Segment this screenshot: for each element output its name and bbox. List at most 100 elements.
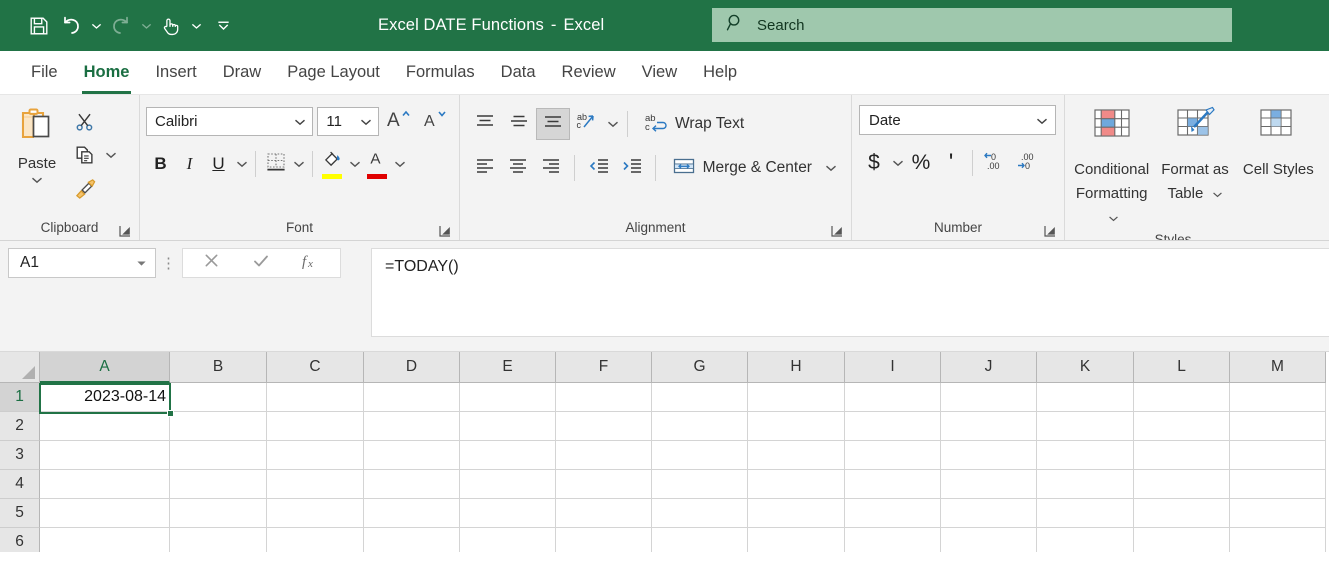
orientation-button[interactable]: ab c: [570, 108, 604, 140]
merge-and-center-button[interactable]: Merge & Center: [666, 152, 843, 184]
font-size-chevron-down-icon[interactable]: [360, 113, 372, 130]
cell-l3[interactable]: [1134, 441, 1230, 470]
cell-k2[interactable]: [1037, 412, 1134, 441]
save-icon[interactable]: [24, 10, 54, 42]
name-box[interactable]: A1: [8, 248, 156, 278]
cell-l4[interactable]: [1134, 470, 1230, 499]
row-header-1[interactable]: 1: [0, 383, 40, 412]
row-header-2[interactable]: 2: [0, 412, 40, 441]
tab-draw[interactable]: Draw: [210, 52, 275, 94]
cell-i4[interactable]: [845, 470, 941, 499]
cell-g5[interactable]: [652, 499, 748, 528]
cell-c3[interactable]: [267, 441, 364, 470]
column-header-k[interactable]: K: [1037, 352, 1134, 383]
cancel-button[interactable]: [191, 249, 233, 277]
cell-b3[interactable]: [170, 441, 267, 470]
formula-input[interactable]: =TODAY(): [371, 248, 1329, 337]
cell-d3[interactable]: [364, 441, 460, 470]
cell-m5[interactable]: [1230, 499, 1326, 528]
accounting-chevron-down-icon[interactable]: [889, 148, 906, 178]
cell-c1[interactable]: [267, 383, 364, 412]
cell-d5[interactable]: [364, 499, 460, 528]
conditional-formatting-button[interactable]: Conditional Formatting: [1071, 102, 1152, 230]
alignment-dialog-launcher-icon[interactable]: [830, 224, 844, 238]
cell-m6[interactable]: [1230, 528, 1326, 552]
cell-i3[interactable]: [845, 441, 941, 470]
italic-button[interactable]: I: [175, 149, 204, 179]
align-right-button[interactable]: [534, 152, 567, 184]
font-name-chevron-down-icon[interactable]: [294, 113, 306, 130]
decrease-font-size-button[interactable]: A: [419, 106, 451, 136]
touch-mode-chevron-down-icon[interactable]: [188, 10, 204, 42]
column-header-i[interactable]: I: [845, 352, 941, 383]
merge-chevron-down-icon[interactable]: [825, 159, 837, 177]
cell-a6[interactable]: [40, 528, 170, 552]
cell-h2[interactable]: [748, 412, 845, 441]
accounting-format-button[interactable]: $: [859, 147, 889, 179]
column-header-h[interactable]: H: [748, 352, 845, 383]
bold-button[interactable]: B: [146, 149, 175, 179]
cell-i5[interactable]: [845, 499, 941, 528]
align-top-button[interactable]: [468, 108, 502, 140]
row-header-6[interactable]: 6: [0, 528, 40, 552]
cell-j4[interactable]: [941, 470, 1037, 499]
cell-a1[interactable]: 2023-08-14: [40, 383, 170, 412]
cell-e1[interactable]: [460, 383, 556, 412]
more-options-icon[interactable]: ⋮: [156, 248, 182, 278]
cut-button[interactable]: [68, 106, 119, 138]
paste-chevron-down-icon[interactable]: [31, 171, 43, 189]
tab-insert[interactable]: Insert: [142, 52, 209, 94]
cell-a2[interactable]: [40, 412, 170, 441]
increase-indent-button[interactable]: [615, 152, 648, 184]
borders-button[interactable]: [261, 149, 290, 179]
cell-c2[interactable]: [267, 412, 364, 441]
row-header-5[interactable]: 5: [0, 499, 40, 528]
underline-chevron-down-icon[interactable]: [233, 149, 250, 179]
align-left-button[interactable]: [468, 152, 501, 184]
format-as-table-button[interactable]: Format as Table: [1154, 102, 1235, 230]
cell-h6[interactable]: [748, 528, 845, 552]
cell-l6[interactable]: [1134, 528, 1230, 552]
fill-color-button[interactable]: [318, 148, 346, 180]
cell-l1[interactable]: [1134, 383, 1230, 412]
search-input[interactable]: Search: [712, 8, 1232, 42]
cell-e5[interactable]: [460, 499, 556, 528]
cell-c6[interactable]: [267, 528, 364, 552]
tab-page-layout[interactable]: Page Layout: [274, 52, 393, 94]
number-format-chevron-down-icon[interactable]: [1036, 112, 1048, 129]
column-header-f[interactable]: F: [556, 352, 652, 383]
insert-function-button[interactable]: f x: [290, 249, 332, 277]
tab-help[interactable]: Help: [690, 52, 750, 94]
cell-a4[interactable]: [40, 470, 170, 499]
cell-f6[interactable]: [556, 528, 652, 552]
row-header-4[interactable]: 4: [0, 470, 40, 499]
name-box-chevron-down-icon[interactable]: [136, 254, 147, 272]
tab-data[interactable]: Data: [488, 52, 549, 94]
cell-c5[interactable]: [267, 499, 364, 528]
tab-view[interactable]: View: [629, 52, 690, 94]
column-header-g[interactable]: G: [652, 352, 748, 383]
copy-button[interactable]: [68, 139, 119, 171]
cell-e2[interactable]: [460, 412, 556, 441]
cell-l5[interactable]: [1134, 499, 1230, 528]
tab-file[interactable]: File: [18, 52, 71, 94]
cell-styles-button[interactable]: Cell Styles: [1238, 102, 1319, 230]
cell-k3[interactable]: [1037, 441, 1134, 470]
cell-j5[interactable]: [941, 499, 1037, 528]
cell-h3[interactable]: [748, 441, 845, 470]
cell-k5[interactable]: [1037, 499, 1134, 528]
percent-format-button[interactable]: %: [906, 147, 936, 179]
cell-j1[interactable]: [941, 383, 1037, 412]
cell-h5[interactable]: [748, 499, 845, 528]
font-name-input[interactable]: Calibri: [146, 106, 314, 136]
redo-dropdown-chevron-down-icon[interactable]: [138, 10, 154, 42]
decrease-indent-button[interactable]: [582, 152, 615, 184]
format-painter-button[interactable]: [68, 172, 119, 204]
comma-format-button[interactable]: ': [936, 147, 966, 179]
cell-j3[interactable]: [941, 441, 1037, 470]
cell-h4[interactable]: [748, 470, 845, 499]
font-size-input[interactable]: 11: [317, 106, 380, 136]
paste-button[interactable]: Paste: [6, 102, 68, 218]
column-header-j[interactable]: J: [941, 352, 1037, 383]
underline-button[interactable]: U: [204, 149, 233, 179]
